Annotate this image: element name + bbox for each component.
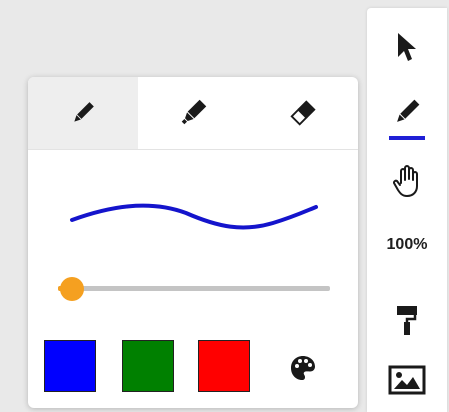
drawing-tool-tabs	[28, 77, 358, 150]
active-tool-indicator	[389, 136, 425, 140]
zoom-level-label: 100%	[386, 236, 428, 253]
image-tool-button[interactable]	[367, 360, 447, 400]
pen-tool-button[interactable]	[367, 92, 447, 132]
color-swatch-green[interactable]	[122, 340, 174, 392]
stroke-width-slider[interactable]	[58, 277, 330, 301]
cursor-arrow-icon	[398, 33, 416, 61]
pencil-icon	[397, 99, 420, 122]
tab-pen[interactable]	[28, 77, 138, 149]
drawing-options-panel	[28, 77, 358, 408]
hand-icon	[393, 165, 418, 197]
paint-roller-icon	[397, 306, 417, 335]
pan-tool-button[interactable]	[367, 160, 447, 204]
select-tool-button[interactable]	[367, 22, 447, 72]
marker-icon	[181, 99, 207, 125]
color-palette-button[interactable]	[288, 353, 318, 383]
zoom-level[interactable]: 100%	[367, 230, 447, 260]
slider-track	[58, 286, 330, 291]
tab-highlighter[interactable]	[138, 77, 248, 149]
stroke-preview	[70, 203, 318, 230]
eraser-icon	[290, 100, 316, 126]
pencil-icon	[74, 102, 94, 122]
color-swatch-red[interactable]	[198, 340, 250, 392]
slider-thumb[interactable]	[59, 277, 84, 301]
image-icon	[388, 365, 426, 395]
palette-icon	[291, 356, 315, 380]
tab-eraser[interactable]	[248, 77, 358, 149]
color-swatch-blue[interactable]	[44, 340, 96, 392]
vertical-toolbar: 100%	[367, 8, 447, 412]
paint-tool-button[interactable]	[367, 300, 447, 340]
